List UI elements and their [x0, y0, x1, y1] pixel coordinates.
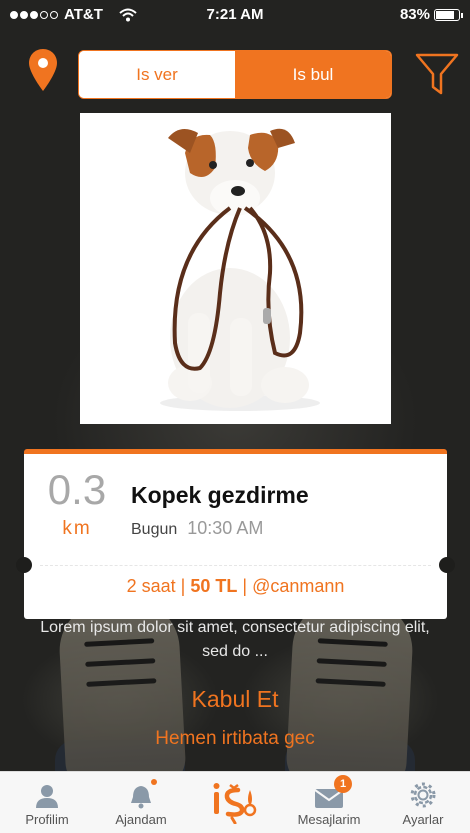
- filter-icon[interactable]: [414, 52, 460, 96]
- meta-separator: |: [180, 576, 186, 596]
- ticket-notch: [439, 557, 455, 573]
- tab-ajandam[interactable]: Ajandam: [94, 772, 188, 833]
- profile-icon: [36, 785, 58, 808]
- listing-meta: 2 saat | 50 TL | @canmann: [24, 576, 447, 597]
- tab-home[interactable]: [188, 772, 282, 833]
- accept-button[interactable]: Kabul Et: [0, 686, 470, 713]
- distance-unit: km: [62, 518, 92, 539]
- tab-mesajlarim[interactable]: 1 Mesajlarim: [282, 772, 376, 833]
- tab-label: Mesajlarim: [297, 812, 361, 827]
- tab-is-ver[interactable]: Is ver: [79, 51, 235, 98]
- listing-user[interactable]: @canmann: [252, 576, 344, 596]
- battery-percent: 83%: [399, 6, 430, 23]
- bell-icon: [131, 786, 151, 809]
- tab-label: Profilim: [25, 812, 69, 827]
- listing-price: 50 TL: [190, 576, 238, 596]
- listing-card[interactable]: 0.3 km Kopek gezdirme Bugun 10:30 AM 2 s…: [16, 449, 455, 619]
- notification-dot: [151, 779, 157, 785]
- distance: 0.3 km: [42, 466, 112, 540]
- tab-bar: Profilim Ajandam 1 Mesajlarim Ayarlar: [0, 771, 470, 833]
- divider: [40, 565, 431, 566]
- tab-profilim[interactable]: Profilim: [0, 772, 94, 833]
- listing-duration: 2 saat: [126, 576, 176, 596]
- gear-icon: [410, 782, 436, 808]
- tab-label: Ayarlar: [402, 812, 444, 827]
- distance-value: 0.3: [47, 466, 107, 513]
- listing-time: 10:30 AM: [187, 518, 264, 538]
- listing-description: Lorem ipsum dolor sit amet, consectetur …: [40, 619, 430, 660]
- listing-photo: [80, 113, 391, 424]
- ticket-notch: [16, 557, 32, 573]
- meta-separator: |: [242, 576, 248, 596]
- battery-icon: [434, 8, 463, 21]
- app-logo-icon: [213, 783, 257, 824]
- listing-day: Bugun: [131, 521, 178, 538]
- listing-datetime: Bugun 10:30 AM: [131, 518, 263, 539]
- contact-button[interactable]: Hemen irtibata gec: [0, 728, 470, 750]
- status-bar: AT&T 7:21 AM 83%: [0, 0, 470, 30]
- battery-status: 83%: [399, 6, 463, 23]
- listing-title: Kopek gezdirme: [131, 482, 309, 508]
- location-pin-icon[interactable]: [28, 48, 58, 92]
- unread-badge: 1: [334, 775, 352, 793]
- tab-label: Ajandam: [115, 812, 167, 827]
- tab-is-bul[interactable]: Is bul: [235, 51, 391, 98]
- mode-toggle: Is ver Is bul: [78, 50, 392, 99]
- dog-image: [160, 128, 320, 411]
- tab-ayarlar[interactable]: Ayarlar: [376, 772, 470, 833]
